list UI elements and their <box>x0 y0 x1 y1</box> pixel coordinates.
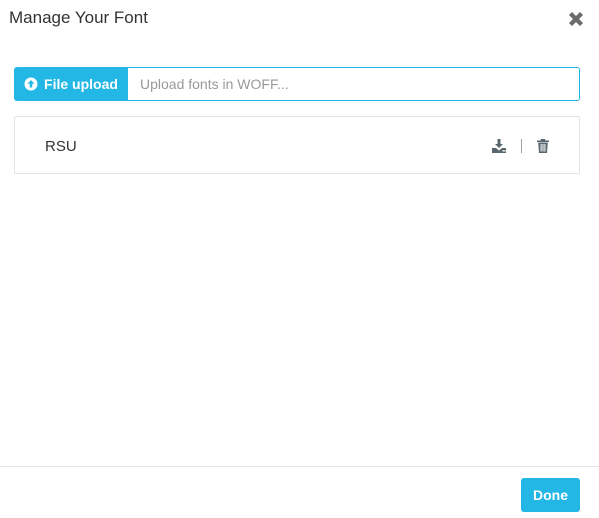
trash-icon[interactable] <box>535 138 551 154</box>
done-button[interactable]: Done <box>521 478 580 512</box>
modal-footer: Done <box>0 466 599 518</box>
file-upload-label: File upload <box>44 76 118 92</box>
font-list-item: RSU <box>15 117 579 173</box>
file-upload-group: File upload <box>14 67 580 101</box>
manage-font-modal: Manage Your Font File upload RSU <box>0 0 599 518</box>
modal-title: Manage Your Font <box>9 8 148 27</box>
upload-circle-icon <box>24 77 38 91</box>
file-upload-button[interactable]: File upload <box>14 67 128 101</box>
modal-header: Manage Your Font <box>0 0 599 40</box>
upload-fonts-input[interactable] <box>128 67 580 101</box>
font-list: RSU <box>14 116 580 174</box>
close-icon[interactable] <box>566 9 586 29</box>
font-actions <box>491 136 551 156</box>
download-icon[interactable] <box>491 138 507 154</box>
font-name: RSU <box>45 138 77 155</box>
action-separator <box>521 139 522 153</box>
